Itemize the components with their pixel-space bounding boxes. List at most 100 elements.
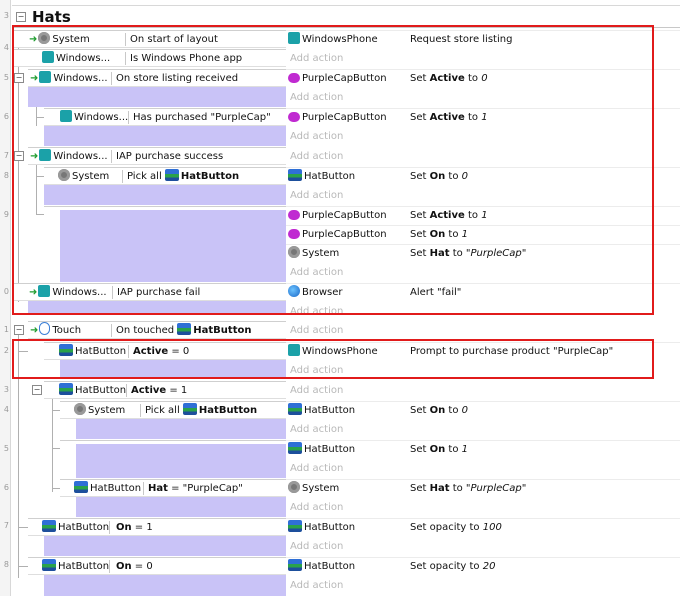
windows-store-icon [288, 344, 300, 356]
condition-row[interactable]: ➜ Windows... On store listing received [28, 69, 286, 87]
hat-sprite-icon [164, 169, 179, 181]
action-row[interactable]: PurpleCapButton Set On to 1 [286, 225, 680, 244]
add-action-link[interactable]: Add action [290, 88, 410, 107]
action-text: Set On to 0 [410, 405, 469, 416]
action-row[interactable]: PurpleCapButton Set Active to 1 [286, 206, 680, 225]
condition-row[interactable]: HatButton On = 1 [28, 518, 286, 536]
action-text: Set On to 1 [410, 229, 469, 240]
add-action-link[interactable]: Add action [290, 49, 410, 68]
action-row[interactable]: WindowsPhone Request store listing [286, 30, 680, 49]
condition-object: ➜ Touch [30, 322, 111, 338]
tree-line [18, 330, 19, 578]
trigger-arrow-icon: ➜ [30, 325, 39, 336]
system-gear-icon [58, 169, 70, 181]
add-action-link[interactable]: Add action [290, 147, 410, 166]
action-row[interactable]: HatButton Set On to 0 [286, 401, 680, 420]
collapse-toggle[interactable]: − [16, 12, 26, 22]
condition-text: IAP purchase success [116, 151, 224, 162]
condition-object: System [58, 168, 122, 184]
top-rule [12, 0, 680, 6]
add-action-link[interactable]: Add action [290, 537, 410, 556]
collapse-toggle[interactable]: − [14, 325, 24, 335]
condition-object: ➜ System [29, 32, 90, 45]
condition-text: On store listing received [116, 73, 239, 84]
windows-store-icon [39, 149, 52, 161]
add-action-link[interactable]: Add action [290, 361, 410, 380]
group-title: Hats [32, 8, 71, 26]
add-action-link[interactable]: Add action [290, 459, 410, 478]
condition-row[interactable]: System Pick all HatButton [60, 401, 286, 419]
add-action-link[interactable]: Add action [290, 420, 410, 439]
separator [109, 521, 110, 534]
collapse-toggle[interactable]: − [32, 385, 42, 395]
condition-object: ➜ Windows... [29, 285, 107, 298]
condition-object: HatButton [74, 480, 144, 496]
condition-text: Active = 1 [131, 385, 188, 396]
action-row[interactable]: WindowsPhone Prompt to purchase product … [286, 342, 680, 361]
line-number: 4 [3, 43, 9, 52]
add-action-link[interactable]: Add action [290, 321, 410, 340]
action-row[interactable]: PurpleCapButton Set Active to 0 [286, 69, 680, 88]
action-object: HatButton [288, 168, 406, 186]
add-action-link[interactable]: Add action [290, 186, 410, 205]
line-number: 6 [3, 483, 9, 492]
condition-row[interactable]: System Pick all HatButton [44, 167, 286, 185]
action-row[interactable]: System Set Hat to "PurpleCap" [286, 479, 680, 498]
event-padding [60, 210, 286, 282]
tree-branch [18, 527, 28, 528]
event-padding [44, 575, 286, 596]
add-action-link[interactable]: Add action [290, 498, 410, 517]
tree-branch [52, 488, 60, 489]
event-padding [28, 301, 286, 314]
action-object: WindowsPhone [288, 343, 406, 361]
hat-sprite-icon [182, 403, 197, 415]
action-row[interactable]: HatButton Set On to 1 [286, 440, 680, 459]
action-row[interactable]: PurpleCapButton Set Active to 1 [286, 108, 680, 127]
trigger-arrow-icon: ➜ [30, 73, 39, 84]
line-number: 6 [3, 112, 9, 121]
condition-row[interactable]: Windows... Is Windows Phone app [14, 49, 286, 67]
action-row[interactable]: HatButton Set opacity to 100 [286, 518, 680, 537]
condition-row[interactable]: HatButton Active = 1 [44, 381, 286, 399]
condition-row[interactable]: HatButton Hat = "PurpleCap" [60, 479, 286, 497]
condition-row[interactable]: ➜ Windows... IAP purchase success [28, 147, 286, 165]
hat-sprite-icon [288, 442, 302, 454]
hat-sprite-icon [177, 323, 192, 335]
separator [143, 482, 144, 495]
condition-row[interactable]: HatButton On = 0 [28, 557, 286, 575]
action-row[interactable]: HatButton Set opacity to 20 [286, 557, 680, 576]
condition-row[interactable]: ➜ Windows... IAP purchase fail [14, 283, 286, 301]
tree-branch [36, 214, 44, 215]
line-number: 5 [3, 73, 9, 82]
add-action-link[interactable]: Add action [290, 576, 410, 595]
condition-text: Pick all HatButton [127, 169, 240, 182]
windows-store-icon [38, 285, 51, 297]
condition-row[interactable]: ➜ System On start of layout [14, 30, 286, 48]
hat-sprite-icon [288, 520, 302, 532]
action-text: Set Active to 0 [410, 73, 488, 84]
add-action-link[interactable]: Add action [290, 381, 410, 400]
condition-row[interactable]: HatButton Active = 0 [44, 342, 286, 360]
add-action-link[interactable]: Add action [290, 127, 410, 146]
collapse-toggle[interactable]: − [14, 151, 24, 161]
add-action-link[interactable]: Add action [290, 302, 410, 321]
event-padding [44, 126, 286, 146]
add-action-link[interactable]: Add action [290, 263, 410, 282]
line-number: 8 [3, 560, 9, 569]
condition-text: On = 1 [116, 522, 153, 533]
collapse-toggle[interactable]: − [14, 73, 24, 83]
system-gear-icon [288, 481, 300, 493]
action-row[interactable]: System Set Hat to "PurpleCap" [286, 244, 680, 263]
separator [128, 111, 129, 124]
condition-row[interactable]: ➜ Touch On touched HatButton [28, 321, 286, 339]
purple-cap-icon [288, 112, 300, 122]
action-object: HatButton [288, 402, 406, 420]
action-row[interactable]: HatButton Set On to 0 [286, 167, 680, 186]
separator [128, 345, 129, 358]
action-row[interactable]: Browser Alert "fail" [286, 283, 680, 302]
condition-text: On touched HatButton [116, 323, 252, 336]
line-number: 2 [3, 346, 9, 355]
windows-store-icon [60, 110, 72, 122]
condition-row[interactable]: Windows... Has purchased "PurpleCap" [44, 108, 286, 126]
hat-sprite-icon [288, 559, 302, 571]
